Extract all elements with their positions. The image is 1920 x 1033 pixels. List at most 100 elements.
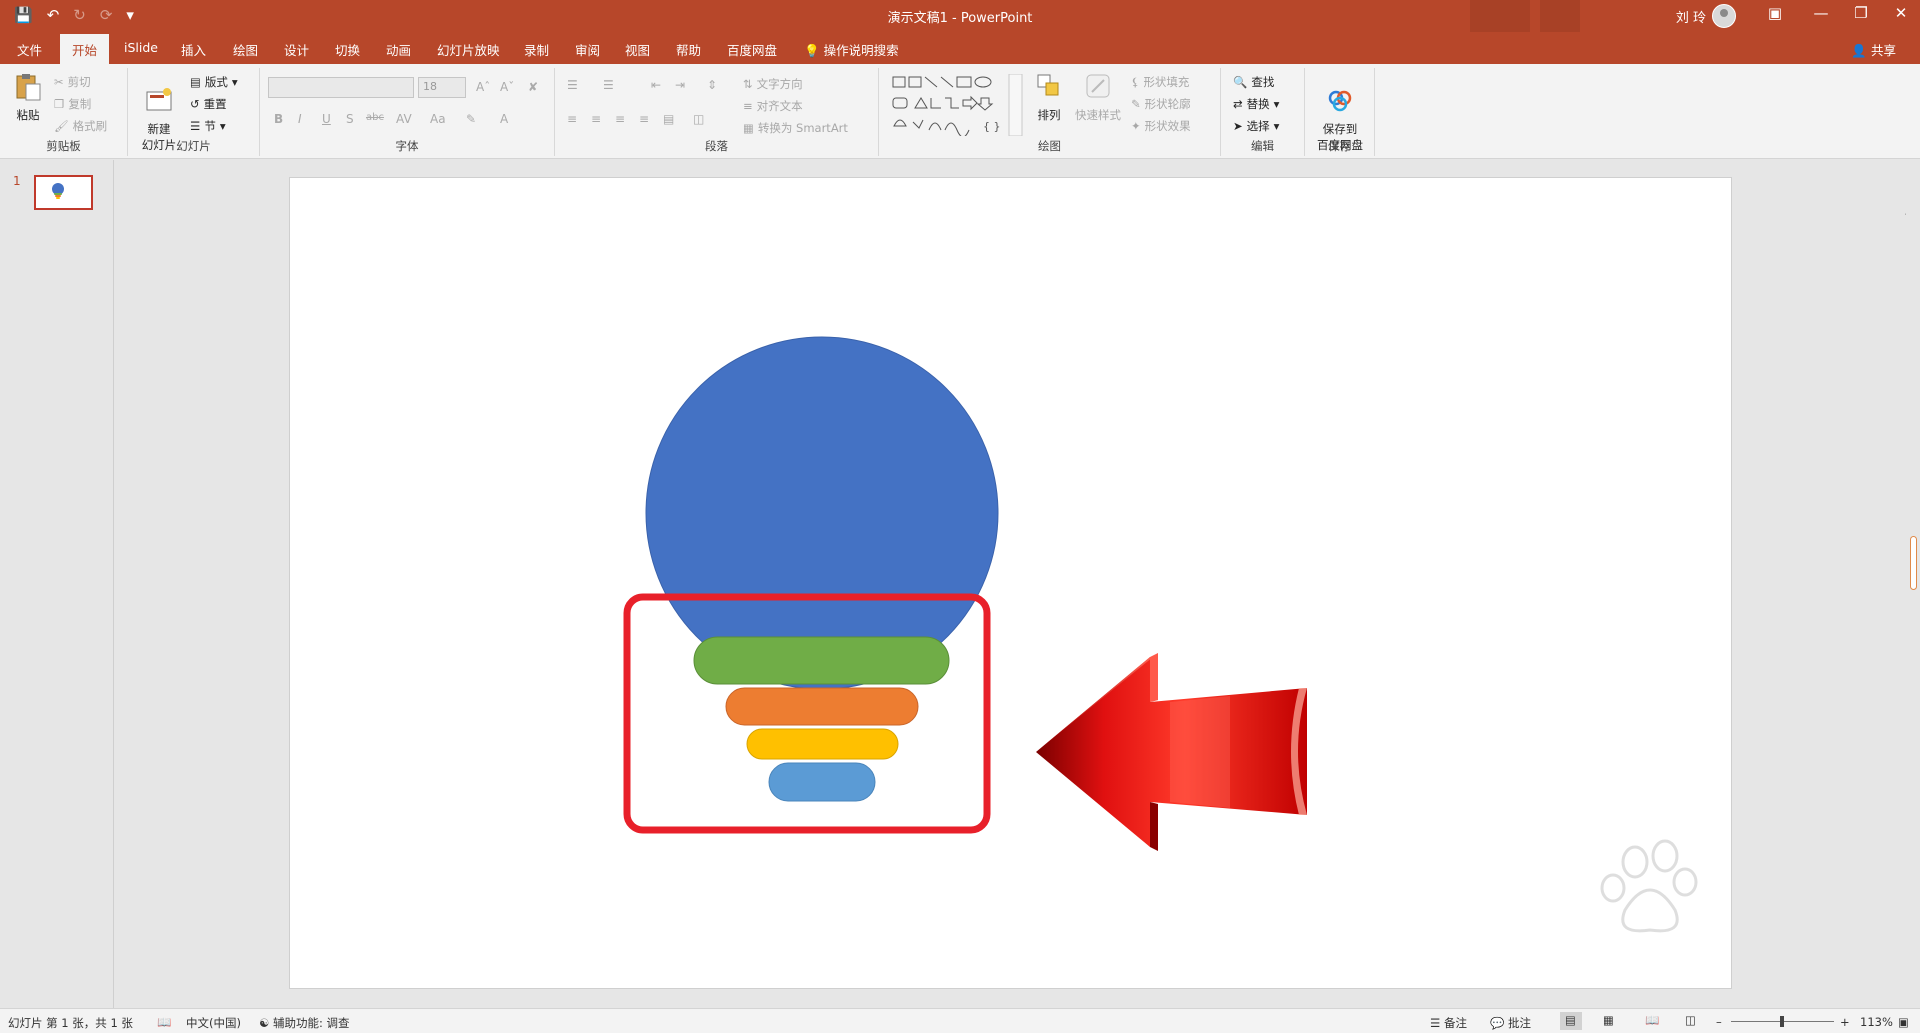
align-text-label: 对齐文本 — [756, 99, 803, 113]
justify-icon[interactable]: ≡ — [639, 112, 649, 126]
text-direction-button[interactable]: ⇅ 文字方向 — [743, 76, 803, 92]
align-center-icon[interactable]: ≡ — [591, 112, 601, 126]
cut-button[interactable]: ✂ 剪切 — [54, 74, 91, 90]
tab-record[interactable]: 录制 — [524, 40, 549, 59]
fit-slide-icon[interactable]: ▣ — [1898, 1015, 1909, 1029]
slide-sorter-button[interactable]: ▦ — [1598, 1012, 1620, 1030]
tab-transitions[interactable]: 切换 — [335, 40, 360, 59]
close-button[interactable]: ✕ — [1886, 4, 1916, 22]
tab-baidu-netdisk[interactable]: 百度网盘 — [727, 40, 777, 59]
pen-icon: ✎ — [1131, 97, 1141, 111]
reset-button[interactable]: ↺ 重置 — [190, 96, 227, 112]
tab-animations[interactable]: 动画 — [386, 40, 411, 59]
smartart-button[interactable]: ▦ 转换为 SmartArt — [743, 120, 848, 136]
notes-button[interactable]: ☰ 备注 — [1430, 1015, 1467, 1031]
accessibility-status[interactable]: ☯ 辅助功能: 调查 — [259, 1015, 350, 1031]
slideshow-button[interactable]: ◫ — [1680, 1012, 1702, 1030]
layout-button[interactable]: ▤ 版式 ▾ — [190, 74, 238, 90]
base-bar-yellow[interactable] — [746, 728, 899, 760]
user-name[interactable]: 刘 玲 — [1676, 7, 1706, 26]
tab-islide[interactable]: iSlide — [124, 40, 158, 55]
grow-font-icon[interactable]: Aˆ — [476, 80, 490, 94]
numbering-icon[interactable]: ☰ — [603, 78, 614, 92]
language-status[interactable]: 中文(中国) — [186, 1015, 241, 1031]
tab-view[interactable]: 视图 — [625, 40, 650, 59]
section-button[interactable]: ☰ 节 ▾ — [190, 118, 226, 134]
avatar[interactable] — [1712, 4, 1736, 28]
red-arrow[interactable] — [1036, 653, 1307, 851]
shadow-button[interactable]: S — [346, 112, 354, 126]
base-bar-orange[interactable] — [725, 687, 919, 726]
bulb-circle[interactable] — [645, 336, 999, 690]
shape-fill-button[interactable]: ⚸ 形状填充 — [1131, 74, 1189, 90]
zoom-in-button[interactable]: + — [1840, 1015, 1850, 1029]
zoom-level[interactable]: 113% — [1860, 1015, 1893, 1029]
font-size-combobox[interactable]: 18 — [418, 77, 466, 98]
base-bar-blue[interactable] — [768, 762, 876, 802]
reading-view-button[interactable]: 📖 — [1640, 1012, 1662, 1030]
ribbon-display-options-icon[interactable]: ▣ — [1760, 4, 1790, 22]
underline-button[interactable]: U — [322, 112, 331, 126]
align-text-button[interactable]: ≡ 对齐文本 — [743, 98, 803, 114]
vertical-scrollbar-thumb[interactable] — [1910, 536, 1917, 590]
svg-text:{ }: { } — [983, 120, 1001, 133]
minimize-button[interactable]: — — [1806, 4, 1836, 22]
tab-help[interactable]: 帮助 — [676, 40, 701, 59]
tab-design[interactable]: 设计 — [284, 40, 309, 59]
tab-review[interactable]: 审阅 — [575, 40, 600, 59]
base-bar-green[interactable] — [693, 636, 950, 685]
italic-button[interactable]: I — [298, 112, 302, 126]
change-case-button[interactable]: Aa — [430, 112, 446, 126]
highlight-icon[interactable]: ✎ — [466, 112, 476, 126]
bullets-icon[interactable]: ☰ — [567, 78, 578, 92]
tab-file[interactable]: 文件 — [17, 40, 42, 59]
font-color-icon[interactable]: A — [500, 112, 508, 126]
person-icon: 👤 — [1851, 43, 1867, 58]
normal-view-button[interactable]: ▤ — [1560, 1012, 1582, 1030]
copy-button[interactable]: ❐ 复制 — [54, 96, 91, 112]
zoom-slider-thumb[interactable] — [1780, 1016, 1784, 1027]
replace-icon: ⇄ — [1233, 97, 1243, 111]
clear-formatting-icon[interactable]: ✘ — [528, 80, 538, 94]
font-name-combobox[interactable] — [268, 77, 414, 98]
zoom-out-button[interactable]: – — [1716, 1015, 1722, 1029]
character-spacing-button[interactable]: AV — [396, 112, 412, 126]
increase-indent-icon[interactable]: ⇥ — [675, 78, 685, 92]
font-group: 18 Aˆ Aˇ ✘ B I U S abc AV Aa ✎ A 字体 — [260, 68, 555, 156]
shrink-font-icon[interactable]: Aˇ — [500, 80, 514, 94]
slide-content — [623, 336, 1307, 851]
comments-button[interactable]: 💬 批注 — [1490, 1015, 1531, 1031]
tab-slideshow[interactable]: 幻灯片放映 — [437, 40, 500, 59]
distributed-icon[interactable]: ▤ — [663, 112, 674, 126]
paste-button[interactable]: 粘贴 — [10, 72, 46, 123]
ribbon-tabs: 文件 开始 iSlide 插入 绘图 设计 切换 动画 幻灯片放映 录制 审阅 … — [0, 32, 1920, 64]
arrange-button[interactable]: 排列 — [1031, 72, 1067, 123]
columns-icon[interactable]: ◫ — [693, 112, 704, 126]
decrease-indent-icon[interactable]: ⇤ — [651, 78, 661, 92]
normal-view-icon: ▤ — [1565, 1013, 1576, 1027]
tab-insert[interactable]: 插入 — [181, 40, 206, 59]
format-painter-button[interactable]: 🖌 格式刷 — [54, 118, 107, 134]
shape-outline-button[interactable]: ✎ 形状轮廓 — [1131, 96, 1191, 112]
shapes-gallery[interactable]: { } — [891, 74, 1023, 136]
tell-me-search[interactable]: 💡 操作说明搜索 — [804, 40, 899, 59]
strikethrough-button[interactable]: abc — [366, 112, 384, 123]
spellcheck-icon[interactable]: 📖 — [157, 1015, 171, 1029]
quick-styles-button[interactable]: 快速样式 — [1073, 72, 1123, 123]
tab-home[interactable]: 开始 — [60, 34, 110, 64]
arrange-icon — [1037, 74, 1059, 96]
smartart-icon: ▦ — [743, 121, 754, 135]
select-button[interactable]: ➤ 选择 ▾ — [1233, 118, 1279, 134]
tab-draw[interactable]: 绘图 — [233, 40, 258, 59]
restore-button[interactable]: ❐ — [1846, 4, 1876, 22]
shape-effects-button[interactable]: ✦ 形状效果 — [1131, 118, 1191, 134]
replace-button[interactable]: ⇄ 替换 ▾ — [1233, 96, 1279, 112]
align-right-icon[interactable]: ≡ — [615, 112, 625, 126]
bold-button[interactable]: B — [274, 112, 283, 126]
align-left-icon[interactable]: ≡ — [567, 112, 577, 126]
slide-canvas[interactable] — [289, 177, 1732, 989]
share-button[interactable]: 👤 共享 — [1851, 40, 1896, 59]
slide-thumbnail[interactable] — [34, 175, 93, 210]
line-spacing-icon[interactable]: ⇕ — [707, 78, 717, 92]
find-button[interactable]: 🔍 查找 — [1233, 74, 1274, 90]
